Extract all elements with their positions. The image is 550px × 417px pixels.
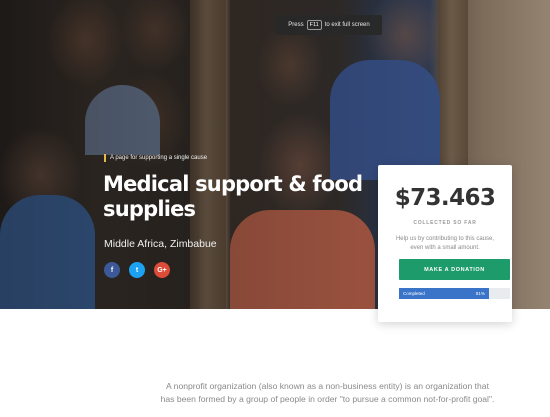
facebook-icon[interactable]: f — [104, 262, 120, 278]
about-paragraph: A nonprofit organization (also known as … — [160, 381, 495, 404]
collected-label: COLLECTED SO FAR — [413, 220, 477, 226]
child-shirt — [0, 195, 95, 309]
tagline-text: A page for supporting a single cause — [110, 155, 208, 161]
amount-collected: $73.463 — [394, 185, 496, 211]
help-text: Help us by contributing to this cause, e… — [395, 236, 495, 251]
fullscreen-notice-suffix: to exit full screen — [324, 22, 370, 28]
google-plus-icon[interactable]: G+ — [154, 262, 170, 278]
fullscreen-notice: Press F11 to exit full screen — [276, 15, 382, 35]
donation-card: $73.463 COLLECTED SO FAR Help us by cont… — [378, 165, 512, 322]
f11-key: F11 — [306, 20, 322, 30]
make-donation-button[interactable]: MAKE A DONATION — [399, 259, 510, 280]
social-share: f t G+ — [104, 262, 170, 278]
child-shirt — [330, 60, 440, 180]
progress-value: 81% — [475, 291, 485, 296]
fullscreen-notice-press: Press — [288, 22, 304, 28]
child-shirt — [230, 210, 375, 309]
location-text: Middle Africa, Zimbabue — [104, 238, 217, 250]
twitter-icon[interactable]: t — [129, 262, 145, 278]
progress-bar: Completed 81% — [399, 288, 510, 299]
progress-label: Completed — [403, 291, 425, 296]
progress-fill: Completed 81% — [399, 288, 489, 299]
tagline: A page for supporting a single cause — [104, 154, 207, 162]
tagline-accent-bar — [104, 154, 106, 162]
page-title: Medical support & food supplies — [103, 172, 363, 221]
child-shirt — [85, 85, 160, 155]
